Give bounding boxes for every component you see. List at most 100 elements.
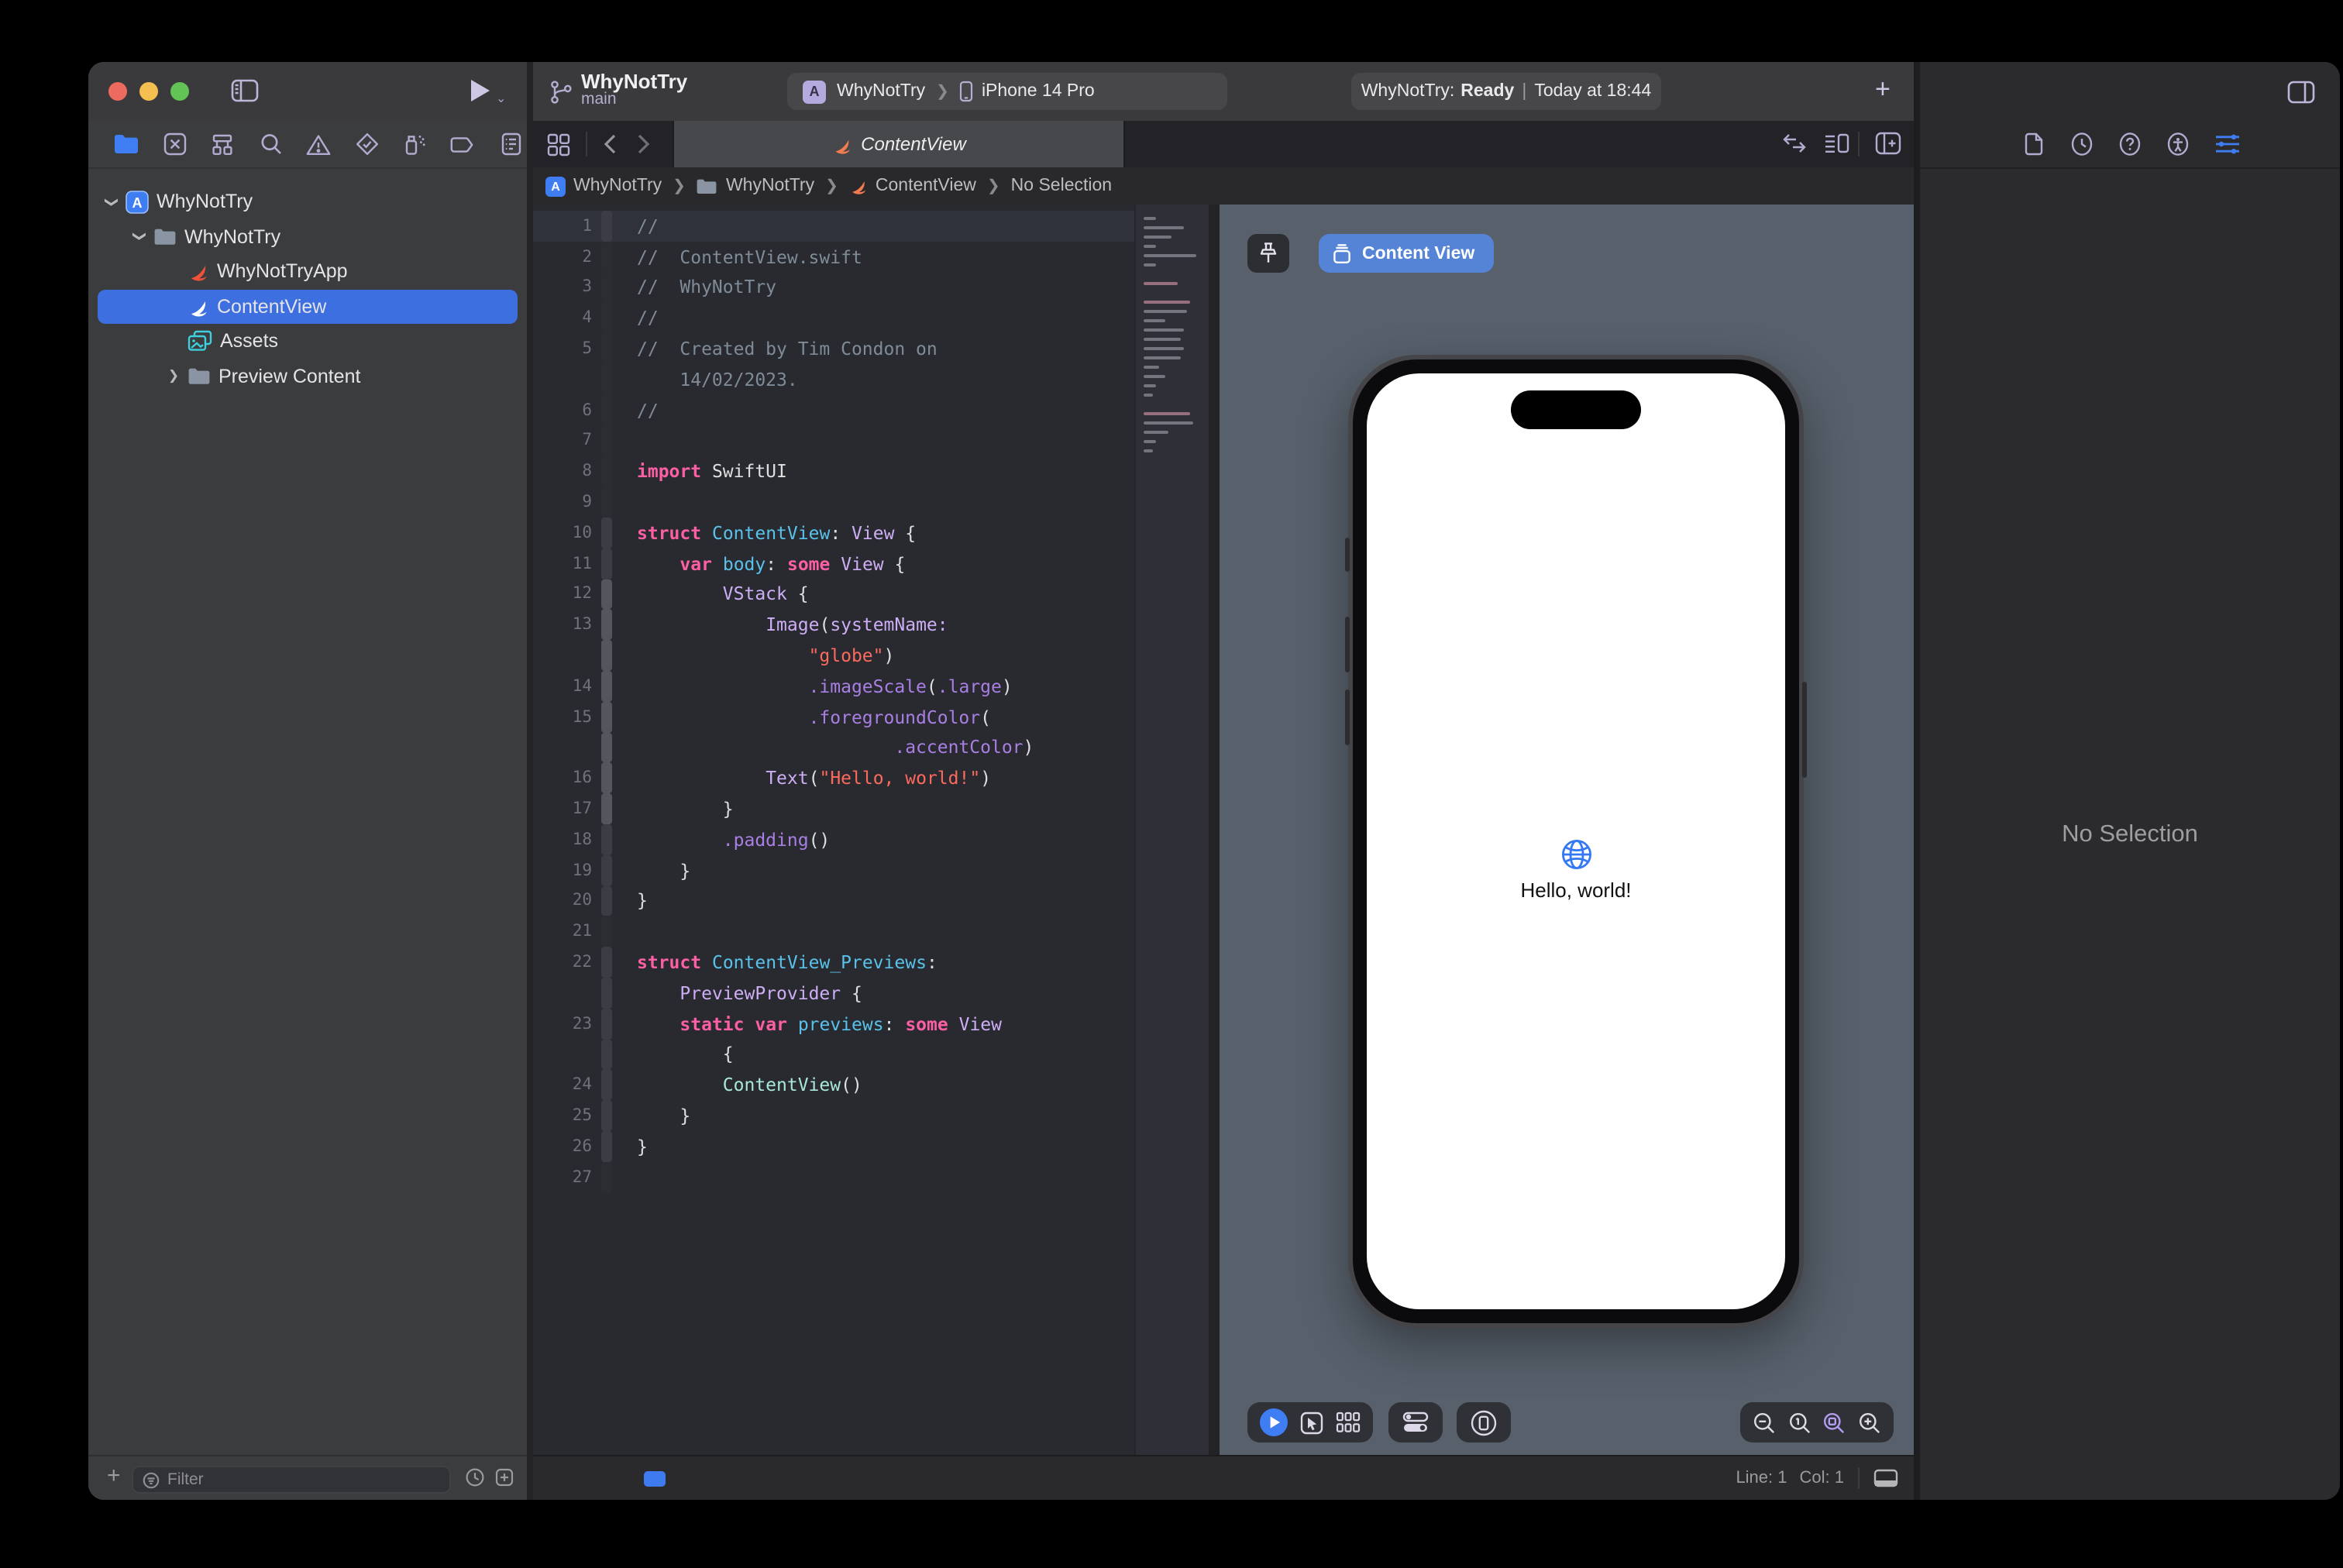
scheme-selector[interactable]: A WhyNotTry ❯ iPhone 14 Pro — [787, 73, 1227, 110]
code-line[interactable]: 24 ContentView() — [533, 1069, 1209, 1101]
line-number[interactable]: 17 — [533, 799, 601, 818]
go-forward-icon[interactable] — [637, 133, 651, 155]
add-file-button[interactable]: + — [107, 1463, 121, 1489]
tab-contentview[interactable]: ContentView — [673, 121, 1125, 167]
find-navigator-icon[interactable] — [246, 124, 294, 164]
tree-item-assets[interactable]: Assets — [88, 324, 527, 359]
filter-field[interactable]: Filter — [132, 1466, 451, 1494]
line-number[interactable]: 15 — [533, 707, 601, 726]
code-line[interactable]: 6 // — [533, 394, 1209, 426]
line-number[interactable]: 20 — [533, 892, 601, 910]
tree-item-whynottry[interactable]: ❯ WhyNotTry — [88, 219, 527, 254]
toggle-bottom-panel-icon[interactable] — [1873, 1469, 1898, 1487]
line-number[interactable]: 13 — [533, 616, 601, 634]
line-number[interactable]: 14 — [533, 677, 601, 696]
recent-files-filter-icon[interactable] — [465, 1467, 485, 1487]
quick-help-inspector-icon[interactable] — [2118, 132, 2142, 156]
line-number[interactable]: 9 — [533, 493, 601, 511]
breadcrumb-group[interactable]: WhyNotTry — [726, 177, 814, 195]
activity-status[interactable]: WhyNotTry: Ready | Today at 18:44 — [1351, 73, 1661, 110]
code-line[interactable]: .accentColor) — [533, 732, 1209, 763]
project-title-block[interactable]: WhyNotTry main — [581, 71, 687, 108]
code-line[interactable]: 8 import SwiftUI — [533, 456, 1209, 487]
code-line[interactable]: 11 var body: some View { — [533, 548, 1209, 579]
line-number[interactable]: 7 — [533, 432, 601, 450]
code-line[interactable]: 14 .imageScale(.large) — [533, 670, 1209, 702]
code-line[interactable]: 21 — [533, 916, 1209, 947]
code-line[interactable]: PreviewProvider { — [533, 977, 1209, 1009]
zoom-window-button[interactable] — [170, 82, 189, 101]
line-number[interactable]: 1 — [533, 217, 601, 236]
live-preview-button[interactable] — [1260, 1408, 1288, 1436]
run-button[interactable] — [468, 77, 493, 104]
selectable-mode-button[interactable] — [1300, 1411, 1323, 1434]
test-navigator-icon[interactable] — [342, 124, 390, 164]
line-number[interactable]: 16 — [533, 769, 601, 787]
tree-item-contentview[interactable]: ContentView — [88, 289, 527, 324]
code-line[interactable]: 12 VStack { — [533, 579, 1209, 610]
pin-preview-button[interactable] — [1247, 234, 1289, 273]
code-line[interactable]: 25 } — [533, 1100, 1209, 1131]
iphone-screen[interactable]: Hello, world! — [1367, 373, 1785, 1309]
code-review-icon[interactable] — [1782, 133, 1807, 153]
preview-target-pill[interactable]: Content View — [1319, 234, 1494, 273]
related-items-icon[interactable] — [547, 132, 570, 156]
zoom-to-fit-icon[interactable] — [1823, 1411, 1846, 1434]
zoom-in-icon[interactable] — [1858, 1411, 1881, 1434]
breadcrumb-file[interactable]: ContentView — [876, 177, 976, 195]
history-inspector-icon[interactable] — [2070, 132, 2094, 156]
code-line[interactable]: 7 — [533, 425, 1209, 456]
line-number[interactable]: 25 — [533, 1106, 601, 1125]
line-number[interactable]: 2 — [533, 247, 601, 266]
code-line[interactable]: 18 .padding() — [533, 824, 1209, 855]
source-editor[interactable]: 1 // 2 // ContentView.swift 3 // WhyNotTry 4 //… — [533, 205, 1209, 1456]
minimap[interactable] — [1134, 205, 1209, 1456]
line-number[interactable]: 23 — [533, 1014, 601, 1033]
tree-item-whynottry[interactable]: ❯ A WhyNotTry — [88, 184, 527, 219]
line-number[interactable]: 22 — [533, 953, 601, 971]
line-number[interactable]: 11 — [533, 554, 601, 573]
line-number[interactable]: 12 — [533, 585, 601, 603]
file-inspector-icon[interactable] — [2024, 132, 2044, 156]
sidebar-divider[interactable] — [527, 62, 533, 1500]
code-line[interactable]: 1 // — [533, 211, 1209, 242]
issue-navigator-icon[interactable] — [294, 124, 342, 164]
code-line[interactable]: 10 struct ContentView: View { — [533, 517, 1209, 548]
zoom-actual-size-icon[interactable] — [1787, 1411, 1811, 1434]
code-line[interactable]: 23 static var previews: some View — [533, 1008, 1209, 1040]
symbol-navigator-icon[interactable] — [198, 124, 246, 164]
code-line[interactable]: 17 } — [533, 793, 1209, 824]
scm-status-filter-icon[interactable] — [494, 1467, 514, 1487]
disclosure-closed-icon[interactable]: ❯ — [166, 368, 181, 385]
source-control-navigator-icon[interactable] — [150, 124, 198, 164]
line-number[interactable]: 21 — [533, 922, 601, 940]
variants-grid-button[interactable] — [1336, 1412, 1361, 1433]
code-line[interactable]: 20} — [533, 885, 1209, 916]
breadcrumb-selection[interactable]: No Selection — [1011, 177, 1112, 195]
breadcrumb-project[interactable]: WhyNotTry — [573, 177, 662, 195]
code-line[interactable]: 5 // Created by Tim Condon on — [533, 333, 1209, 364]
library-add-button[interactable]: + — [1875, 74, 1891, 105]
code-line[interactable]: 9 — [533, 487, 1209, 518]
inspector-divider[interactable] — [1914, 62, 1920, 1500]
code-line[interactable]: { — [533, 1039, 1209, 1070]
minimize-window-button[interactable] — [139, 82, 158, 101]
code-line[interactable]: 26} — [533, 1130, 1209, 1162]
line-number[interactable]: 27 — [533, 1167, 601, 1186]
go-back-icon[interactable] — [603, 133, 617, 155]
run-options-chevron-icon[interactable]: ⌄ — [496, 91, 506, 105]
editor-options-icon[interactable] — [1824, 132, 1850, 155]
line-number[interactable]: 8 — [533, 462, 601, 481]
preview-settings-button[interactable] — [1402, 1412, 1429, 1433]
line-number[interactable]: 6 — [533, 401, 601, 419]
accessibility-inspector-icon[interactable] — [2166, 132, 2190, 156]
code-line[interactable]: 13 Image(systemName: — [533, 609, 1209, 641]
tree-item-whynottryapp[interactable]: WhyNotTryApp — [88, 254, 527, 289]
code-line[interactable]: 27 — [533, 1161, 1209, 1192]
code-line[interactable]: 14/02/2023. — [533, 363, 1209, 395]
debug-navigator-icon[interactable] — [390, 124, 439, 164]
attributes-inspector-icon[interactable] — [2214, 133, 2241, 155]
toggle-left-sidebar-icon[interactable] — [231, 79, 259, 102]
add-editor-icon[interactable] — [1875, 132, 1901, 155]
code-line[interactable]: 3 // WhyNotTry — [533, 272, 1209, 303]
